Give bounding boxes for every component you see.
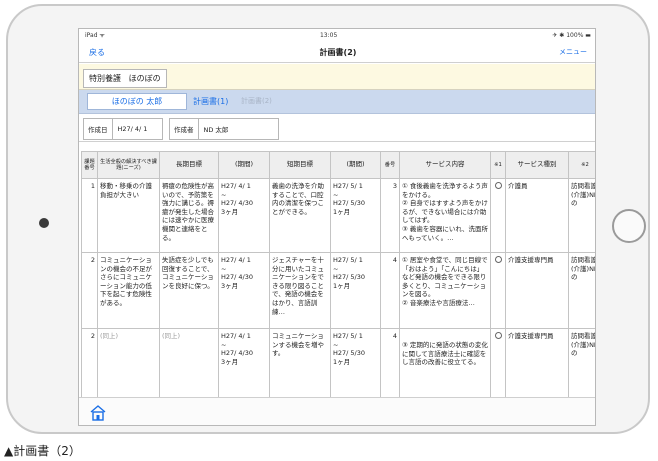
cell-service-type: 介護支援専門員 — [505, 328, 569, 399]
page-title: 計画書(2) — [319, 48, 357, 57]
cell-long-period: H27/ 4/ 1 ~ H27/ 4/30 3ヶ月 — [218, 328, 270, 399]
cell-long-goal: 失語症を少しでも回復することで、コミュニケーションを良好に保つ。 — [159, 252, 219, 329]
cell-short-goal: コミュニケーションする機会を増やす。 — [269, 328, 331, 399]
status-time: 13:05 — [319, 31, 338, 39]
author-label: 作成者 — [170, 119, 199, 139]
figure-caption: ▲計画書（2） — [4, 444, 81, 458]
col-short-goal: 短期目標 — [269, 151, 331, 179]
mark1-circle-icon — [494, 256, 502, 263]
table-row[interactable]: 2 コミュニケーションの機会の不足がさらにコミュニケーション能力の低下を起こす危… — [81, 252, 595, 329]
camera — [39, 218, 49, 228]
mark1-circle-icon — [494, 182, 502, 189]
cell-service: ① 食後義歯を洗浄するよう声をかける。 ② 自身ではすすよう声をかけるが、できな… — [399, 178, 491, 253]
cell-no: 3 — [380, 178, 400, 253]
plan-meta: 作成日 H27/ 4/ 1 作成者 ND 太郎 — [79, 114, 595, 142]
back-button[interactable]: 戻る — [89, 47, 105, 58]
cell-service: ① 居室や食堂で、同じ目線で「おはよう」「こんにちは」など発語の機会をできる限り… — [399, 252, 491, 329]
status-left: iPad ᯤ — [85, 32, 105, 39]
col-long-period: (期間) — [218, 151, 270, 179]
mark1-circle-icon — [494, 332, 502, 339]
col-mark2: ※2 — [568, 151, 595, 179]
col-issue: 生活全般の解決すべき課題(ニーズ) — [97, 151, 160, 179]
table-row[interactable]: 1 移動・移乗の介護負担が大きい 褥瘡の危険性が高いので、予防策を強力に講じる。… — [81, 178, 595, 253]
tab-plan-1[interactable]: 計画書(1) — [193, 96, 228, 107]
col-mark1: ※1 — [490, 151, 506, 179]
cell-short-period: H27/ 5/ 1 ~ H27/ 5/30 1ヶ月 — [330, 178, 381, 253]
col-long-goal: 長期目標 — [159, 151, 219, 179]
col-no: 番号 — [380, 151, 400, 179]
cell-no: 4 — [380, 252, 400, 329]
cell-short-goal: ジェスチャーを十分に用いたコミュニケーションをできる限り図ることで、発語の機会を… — [269, 252, 331, 329]
tablet-frame: iPad ᯤ 13:05 ✈ ✱ 100% ▬ 計画書(2) 戻る メニュー 特… — [6, 4, 650, 434]
cell-issue: (同上) — [97, 328, 160, 399]
col-service-type: サービス種別 — [505, 151, 569, 179]
cell-long-period: H27/ 4/ 1 ~ H27/ 4/30 3ヶ月 — [218, 252, 270, 329]
cell-mark1[interactable] — [490, 252, 506, 329]
nav-bar: 計画書(2) 戻る メニュー — [79, 41, 595, 63]
status-battery: ✈ ✱ 100% ▬ — [552, 31, 591, 39]
cell-mark1[interactable] — [490, 328, 506, 399]
home-icon[interactable] — [89, 404, 107, 422]
status-bar: iPad ᯤ 13:05 ✈ ✱ 100% ▬ — [79, 29, 595, 41]
author-value: ND 太郎 — [203, 126, 229, 134]
cell-service-type: 介護支援専門員 — [505, 252, 569, 329]
cell-short-period: H27/ 5/ 1 ~ H27/ 5/30 1ヶ月 — [330, 252, 381, 329]
cell-no: 4 — [380, 328, 400, 399]
service-type: 特別養護 — [89, 74, 121, 83]
service-bar: 特別養護 ほのぼの — [79, 64, 595, 90]
col-issue-no: 課題番号 — [81, 151, 98, 179]
created-date-value: H27/ 4/ 1 — [117, 125, 148, 133]
table-row[interactable]: 2 (同上) (同上) H27/ 4/ 1 ~ H27/ 4/30 3ヶ月 コミ… — [81, 328, 595, 399]
service-selector[interactable]: 特別養護 ほのぼの — [83, 69, 167, 88]
col-service: サービス内容 — [399, 151, 491, 179]
cell-short-goal: 義歯の洗浄を介助することで、口腔内の清潔を保つことができる。 — [269, 178, 331, 253]
service-name: ほのぼの — [128, 74, 161, 83]
cell-service-type: 介護員 — [505, 178, 569, 253]
cell-issue-no: 1 — [81, 178, 98, 253]
created-date-label: 作成日 — [84, 119, 113, 139]
menu-button[interactable]: メニュー — [559, 47, 587, 57]
bottom-toolbar — [79, 397, 595, 425]
cell-issue: 移動・移乗の介護負担が大きい — [97, 178, 160, 253]
table-header-row: 課題番号 生活全般の解決すべき課題(ニーズ) 長期目標 (期間) 短期目標 (期… — [81, 151, 595, 179]
cell-mark1[interactable] — [490, 178, 506, 253]
cell-long-period: H27/ 4/ 1 ~ H27/ 4/30 3ヶ月 — [218, 178, 270, 253]
author-field[interactable]: 作成者 ND 太郎 — [169, 118, 279, 140]
app-screen: iPad ᯤ 13:05 ✈ ✱ 100% ▬ 計画書(2) 戻る メニュー 特… — [78, 28, 596, 426]
cell-long-goal: 褥瘡の危険性が高いので、予防策を強力に講じる。褥瘡が発生した場合には速やかに医療… — [159, 178, 219, 253]
tablet-home-button[interactable] — [612, 209, 646, 243]
plan-table: 課題番号 生活全般の解決すべき課題(ニーズ) 長期目標 (期間) 短期目標 (期… — [81, 151, 595, 399]
cell-service: ③ 定期的に発語の状態の変化に関して言語療法士に確認をし言語の改善に役立てる。 — [399, 328, 491, 399]
tab-bar: ほのぼの 太郎 計画書(1) 計画書(2) — [79, 90, 595, 114]
cell-issue: コミュニケーションの機会の不足がさらにコミュニケーション能力の低下を起こす危険性… — [97, 252, 160, 329]
cell-short-period: H27/ 5/ 1 ~ H27/ 5/30 1ヶ月 — [330, 328, 381, 399]
cell-mark2: 訪問看護(介護)NDの — [568, 252, 595, 329]
cell-issue-no: 2 — [81, 252, 98, 329]
cell-mark2: 訪問看護(介護)NDの — [568, 328, 595, 399]
cell-issue-no: 2 — [81, 328, 98, 399]
tab-plan-2[interactable]: 計画書(2) — [241, 96, 272, 106]
created-date-field[interactable]: 作成日 H27/ 4/ 1 — [83, 118, 163, 140]
col-short-period: (期間) — [330, 151, 381, 179]
tab-person[interactable]: ほのぼの 太郎 — [87, 93, 187, 110]
cell-mark2: 訪問看護(介護)NDの — [568, 178, 595, 253]
cell-long-goal: (同上) — [159, 328, 219, 399]
